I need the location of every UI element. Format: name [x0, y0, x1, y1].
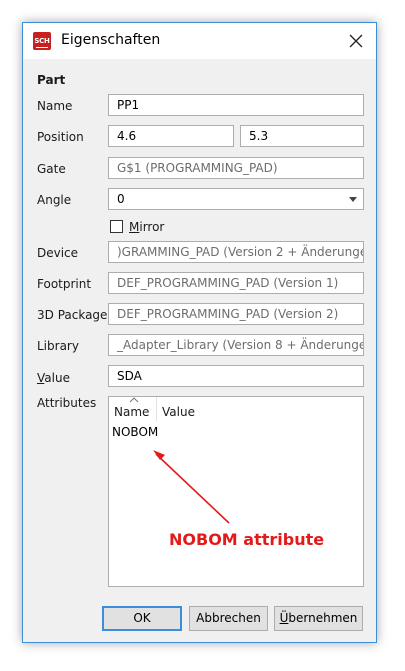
- annotation-arrow: [153, 450, 230, 524]
- annotation-text: NOBOM attribute: [169, 530, 325, 549]
- attributes-label: Attributes: [37, 396, 97, 410]
- position-x-field[interactable]: 4.6: [108, 125, 234, 147]
- schematic-app-icon: SCH: [33, 32, 51, 50]
- package3d-field[interactable]: DEF_PROGRAMMING_PAD (Version 2): [108, 303, 364, 325]
- close-icon[interactable]: [346, 31, 366, 51]
- title-bar[interactable]: SCH Eigenschaften: [23, 23, 376, 59]
- value-label: Value: [37, 371, 70, 385]
- name-label: Name: [37, 99, 73, 113]
- footprint-label: Footprint: [37, 277, 92, 291]
- value-field[interactable]: SDA: [108, 365, 364, 387]
- chevron-down-icon[interactable]: [349, 197, 357, 202]
- attributes-list[interactable]: Name Value NOBOM NOBOM attribute: [108, 396, 364, 587]
- gate-label: Gate: [37, 162, 66, 176]
- position-label: Position: [37, 130, 84, 144]
- apply-button[interactable]: Übernehmen: [274, 606, 363, 631]
- properties-dialog: SCH Eigenschaften Part Name PP1 Position…: [22, 22, 377, 643]
- angle-select-value: 0: [117, 192, 125, 206]
- cancel-button[interactable]: Abbrechen: [189, 606, 268, 631]
- device-field[interactable]: )GRAMMING_PAD (Version 2 + Änderungen): [108, 241, 364, 263]
- package3d-label: 3D Package: [37, 308, 108, 322]
- position-y-field[interactable]: 5.3: [240, 125, 364, 147]
- gate-field[interactable]: G$1 (PROGRAMMING_PAD): [108, 157, 364, 179]
- library-field[interactable]: _Adapter_Library (Version 8 + Änderungen…: [108, 334, 364, 356]
- ok-button[interactable]: OK: [102, 606, 182, 631]
- footprint-field[interactable]: DEF_PROGRAMMING_PAD (Version 1): [108, 272, 364, 294]
- angle-select[interactable]: 0: [108, 188, 364, 210]
- angle-label: Angle: [37, 193, 72, 207]
- window-title: Eigenschaften: [61, 32, 161, 48]
- library-label: Library: [37, 339, 79, 353]
- mirror-checkbox[interactable]: [110, 220, 123, 233]
- mirror-label[interactable]: Mirror: [129, 220, 164, 234]
- device-label: Device: [37, 246, 79, 260]
- section-heading-part: Part: [37, 73, 66, 87]
- name-field[interactable]: PP1: [108, 94, 364, 116]
